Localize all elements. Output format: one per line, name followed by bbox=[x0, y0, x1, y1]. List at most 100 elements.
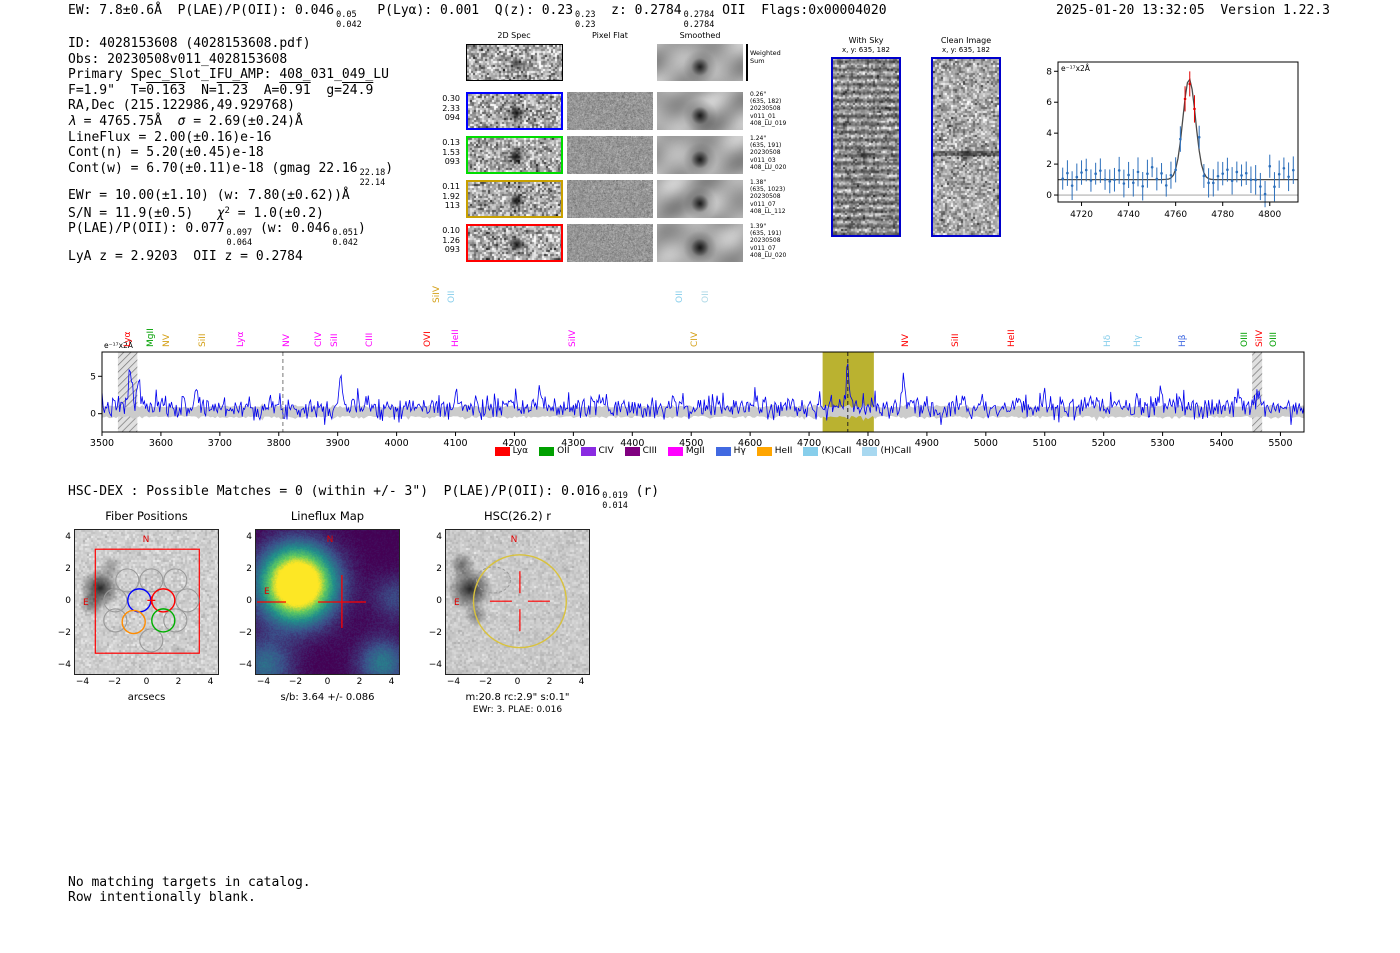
annotation-line: 408_LU_020 bbox=[750, 252, 786, 259]
smoothed-image bbox=[657, 180, 743, 218]
emission-line-label: SiII bbox=[951, 333, 961, 347]
data-point bbox=[1207, 182, 1210, 185]
cutout-y-tick-label: 0 bbox=[47, 596, 71, 606]
clean-image-coords: x, y: 635, 182 bbox=[916, 46, 1016, 54]
scale-value: 1.92 bbox=[432, 192, 460, 202]
info-line: P(LAE)/P(OII): 0.0770.0970.064 (w: 0.046… bbox=[68, 221, 393, 249]
scale-value: 2.33 bbox=[432, 104, 460, 114]
symbol: λ bbox=[68, 114, 76, 129]
lineflux-map-title: Lineflux Map bbox=[256, 509, 399, 523]
annotation-line: 20230508 bbox=[750, 237, 786, 244]
annotation-line: v011_07 bbox=[750, 245, 786, 252]
y-tick-label: 2 bbox=[1046, 160, 1052, 170]
data-point bbox=[1170, 174, 1173, 177]
row-scale-numbers: 0.101.26093 bbox=[432, 226, 460, 255]
annotation-line: 20230508 bbox=[750, 149, 786, 156]
text-segment: RA,Dec (215.122986,49.929768) bbox=[68, 98, 295, 113]
y-tick-label: 6 bbox=[1046, 98, 1052, 108]
data-point bbox=[1245, 172, 1248, 175]
text-segment: = 2.69(±0.24)Å bbox=[185, 114, 302, 129]
data-point bbox=[1090, 179, 1093, 182]
cutout-x-tick-label: 4 bbox=[570, 677, 594, 687]
data-point bbox=[1278, 173, 1281, 176]
cutout-x-tick-label: 2 bbox=[348, 677, 372, 687]
text-segment: F=1.9" T= bbox=[68, 83, 146, 98]
with-sky-image-canvas bbox=[833, 59, 899, 235]
gaussian-fit-line bbox=[1058, 79, 1298, 179]
annotation-line: (635, 191) bbox=[750, 142, 786, 149]
lineflux-map-overlay: NE bbox=[256, 530, 399, 674]
cutout-x-tick-label: 0 bbox=[316, 677, 340, 687]
cutout-y-tick-label: −4 bbox=[228, 660, 252, 670]
cutout-y-tick-label: −2 bbox=[418, 628, 442, 638]
text-segment: (r) bbox=[628, 484, 659, 499]
info-line: λ = 4765.75Å σ = 2.69(±0.24)Å bbox=[68, 114, 393, 130]
hsc-overlay: NE bbox=[446, 530, 589, 674]
data-point bbox=[1141, 185, 1144, 188]
spec2d-image bbox=[468, 226, 561, 260]
emission-line-label: NV bbox=[901, 334, 911, 347]
clean-image-canvas bbox=[933, 59, 999, 235]
column-header-pixel-flat: Pixel Flat bbox=[565, 31, 655, 40]
emission-line-label: Hβ bbox=[1178, 334, 1188, 347]
cutout-y-tick-label: 0 bbox=[228, 596, 252, 606]
fiber-positions-xlabel: arcsecs bbox=[75, 692, 218, 703]
full-spectrum-plot: 0535003600370038003900400041004200430044… bbox=[88, 338, 1318, 456]
cutout-x-tick-label: −4 bbox=[442, 677, 466, 687]
data-point bbox=[1283, 167, 1286, 170]
data-point bbox=[1118, 169, 1121, 172]
text-segment: Cont(n) = 5.20(±0.45)e-18 bbox=[68, 145, 264, 160]
emission-line-label: OVI bbox=[423, 331, 433, 347]
annotation-line: 408_LL_112 bbox=[750, 208, 786, 215]
emission-line-label: Hδ bbox=[1103, 335, 1113, 347]
cutout-x-tick-label: 4 bbox=[199, 677, 223, 687]
emission-line-label: SiII bbox=[198, 333, 208, 347]
legend-label: Lyα bbox=[513, 446, 528, 456]
data-point bbox=[1231, 179, 1234, 182]
data-point bbox=[1132, 181, 1135, 184]
data-point bbox=[1264, 193, 1267, 196]
cutout-x-tick-label: −4 bbox=[252, 677, 276, 687]
symbol: χ bbox=[217, 206, 225, 221]
cutout-y-tick-label: 2 bbox=[418, 564, 442, 574]
data-point bbox=[1193, 108, 1196, 111]
line-fit-plot: 0246847204740476047804800e⁻¹⁷x2Å bbox=[1030, 50, 1310, 224]
annotation-line: 1.39" bbox=[750, 223, 786, 230]
pixel-flat-cutout bbox=[567, 136, 653, 174]
data-point bbox=[1174, 169, 1177, 172]
text-segment: OII Flags:0x00004020 bbox=[714, 3, 886, 18]
y-tick-label: 8 bbox=[1046, 67, 1052, 77]
smoothed-cutout bbox=[657, 180, 743, 218]
text-segment: P(Lyα): 0.001 Q(z): 0.23 bbox=[362, 3, 573, 18]
data-point bbox=[1080, 171, 1083, 174]
cutout-x-tick-label: −2 bbox=[103, 677, 127, 687]
fiber-positions-overlay: NE bbox=[75, 530, 218, 674]
text-segment: ID: 4028153608 (4028153608.pdf) bbox=[68, 36, 311, 51]
emission-line-label: CIV bbox=[690, 332, 700, 347]
emission-line-label: OIII bbox=[1240, 332, 1250, 347]
legend-item: (K)CaII bbox=[803, 446, 851, 456]
text-segment: ) bbox=[358, 221, 366, 236]
emission-line-label: SiIV bbox=[568, 330, 578, 347]
row-annotation: 0.26"(635, 182)20230508v011_01408_LU_019 bbox=[750, 91, 786, 127]
summary-header-line: EW: 7.8±0.6Å P(LAE)/P(OII): 0.0460.050.0… bbox=[68, 3, 887, 31]
smoothed-cutout bbox=[657, 92, 743, 130]
row-annotation: 1.39"(635, 191)20230508v011_07408_LU_020 bbox=[750, 223, 786, 259]
compass-north-label: N bbox=[327, 535, 334, 545]
emission-line-label: HeII bbox=[1007, 329, 1017, 347]
hsc-match-line: HSC-DEX : Possible Matches = 0 (within +… bbox=[68, 484, 659, 512]
data-point bbox=[1268, 165, 1271, 168]
column-header-smoothed: Smoothed bbox=[655, 31, 745, 40]
cutout-y-tick-label: 4 bbox=[47, 532, 71, 542]
text-segment: ) bbox=[385, 161, 393, 176]
with-sky-image bbox=[831, 57, 901, 237]
plot-frame bbox=[102, 352, 1304, 432]
emission-line-label: NV bbox=[162, 334, 172, 347]
data-point bbox=[1151, 166, 1154, 169]
data-point bbox=[1076, 176, 1079, 179]
compass-east-label: E bbox=[83, 598, 89, 608]
emission-line-label: HeII bbox=[451, 329, 461, 347]
annotation-line: v011_03 bbox=[750, 157, 786, 164]
info-line: Primary Spec_Slot_IFU_AMP: 408_031_049_L… bbox=[68, 67, 393, 83]
data-point bbox=[1165, 184, 1168, 187]
